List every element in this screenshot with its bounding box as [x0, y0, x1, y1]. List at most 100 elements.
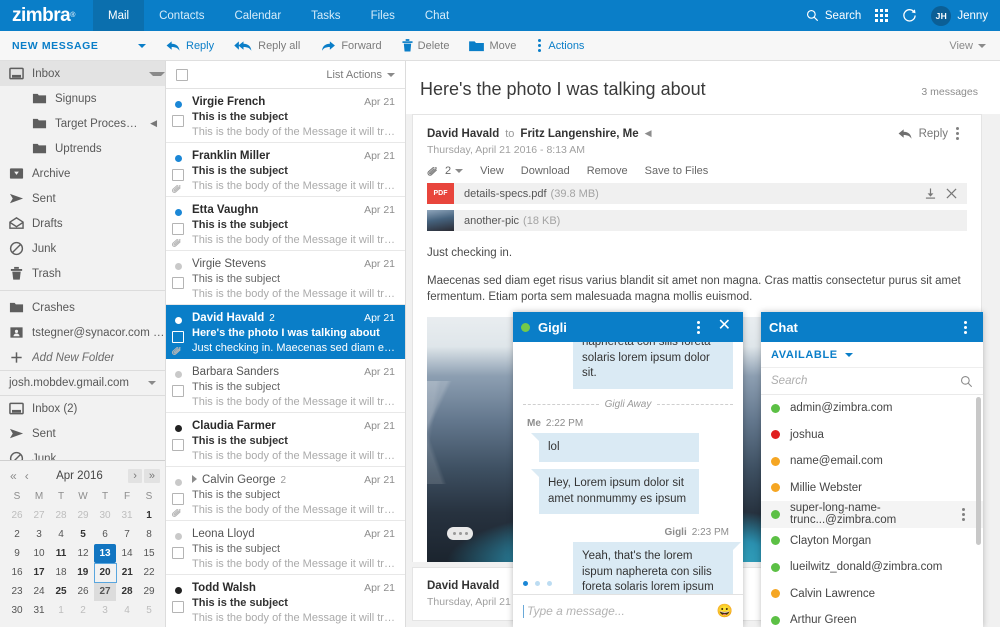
message-list-item[interactable]: Virgie Stevens Apr 21 This is the subject T…: [166, 251, 405, 305]
tab-tasks[interactable]: Tasks: [296, 0, 355, 31]
reply-all-button[interactable]: Reply all: [234, 40, 300, 52]
sidebar-item-crashes[interactable]: Crashes: [0, 295, 165, 320]
calendar-day-cell[interactable]: 30: [94, 506, 116, 525]
forward-button[interactable]: Forward: [320, 40, 382, 52]
calendar-day-cell[interactable]: 18: [50, 563, 72, 582]
calendar-day-cell[interactable]: 12: [72, 544, 94, 563]
calendar-prev-year-button[interactable]: «: [6, 469, 21, 483]
move-button[interactable]: Move: [469, 40, 516, 52]
chat-search-field[interactable]: Search: [761, 368, 983, 395]
calendar-day-cell[interactable]: 28: [50, 506, 72, 525]
calendar-day-cell[interactable]: 1: [138, 506, 160, 525]
calendar-day-cell[interactable]: 4: [116, 601, 138, 620]
chat-message-input[interactable]: Type a message... 😀: [513, 594, 743, 627]
attachment-download-button[interactable]: Download: [521, 165, 570, 177]
message-more-options-icon[interactable]: [948, 127, 967, 140]
search-icon[interactable]: [960, 375, 973, 388]
chat-contact-item[interactable]: super-long-name-trunc...@zimbra.com: [761, 501, 983, 528]
message-list-item[interactable]: Franklin Miller Apr 21 This is the subject…: [166, 143, 405, 197]
calendar-day-cell[interactable]: 28: [116, 582, 138, 601]
message-list-item[interactable]: Leona Lloyd Apr 21 This is the subject This…: [166, 521, 405, 575]
calendar-day-cell[interactable]: 14: [116, 544, 138, 563]
calendar-day-cell[interactable]: 27: [94, 582, 116, 601]
list-actions-button[interactable]: List Actions: [326, 69, 395, 81]
message-checkbox[interactable]: [172, 331, 184, 343]
calendar-day-cell[interactable]: 29: [138, 582, 160, 601]
calendar-day-cell[interactable]: 1: [50, 601, 72, 620]
calendar-day-cell[interactable]: 22: [138, 563, 160, 582]
attachment-item-image[interactable]: another-pic (18 KB): [427, 210, 967, 231]
calendar-day-cell[interactable]: 11: [50, 544, 72, 563]
gigli-close-icon[interactable]: ✕: [714, 318, 735, 336]
calendar-day-cell[interactable]: 26: [6, 506, 28, 525]
gigli-more-options-icon[interactable]: [689, 320, 708, 334]
sidebar-item-inbox[interactable]: Inbox: [0, 61, 165, 86]
calendar-day-cell[interactable]: 3: [94, 601, 116, 620]
thread-expand-icon[interactable]: [192, 475, 197, 483]
calendar-next-month-button[interactable]: ›: [128, 469, 142, 483]
calendar-day-cell[interactable]: 6: [94, 525, 116, 544]
calendar-day-cell[interactable]: 30: [6, 601, 28, 620]
calendar-day-cell[interactable]: 21: [116, 563, 138, 582]
tab-mail[interactable]: Mail: [93, 0, 145, 31]
sidebar-item-archive[interactable]: Archive: [0, 161, 165, 186]
attachment-count-toggle[interactable]: 2: [427, 165, 464, 177]
sidebar-item-target-process[interactable]: Target Process Sign-u... ◀: [0, 111, 165, 136]
tab-files[interactable]: Files: [356, 0, 410, 31]
photo-more-options-icon[interactable]: [447, 527, 473, 541]
message-checkbox[interactable]: [172, 493, 184, 505]
message-list-item[interactable]: David Havald 2 Apr 21 Here's the photo I wa…: [166, 305, 405, 359]
calendar-day-cell[interactable]: 26: [72, 582, 94, 601]
calendar-next-year-button[interactable]: »: [143, 469, 160, 483]
chat-contact-more-options-icon[interactable]: [954, 507, 973, 521]
recipients-expand-icon[interactable]: ◀: [645, 128, 652, 139]
calendar-day-cell[interactable]: 19: [72, 563, 94, 582]
message-checkbox[interactable]: [172, 277, 184, 289]
sidebar-item-junk[interactable]: Junk: [0, 236, 165, 261]
chat-contact-item[interactable]: Clayton Morgan: [761, 528, 983, 555]
message-checkbox[interactable]: [172, 169, 184, 181]
calendar-day-cell[interactable]: 5: [72, 525, 94, 544]
emoji-picker-icon[interactable]: 😀: [717, 603, 733, 619]
presence-status-selector[interactable]: AVAILABLE: [761, 342, 983, 368]
calendar-day-cell[interactable]: 25: [50, 582, 72, 601]
new-message-dropdown-icon[interactable]: [138, 43, 146, 48]
calendar-day-cell[interactable]: 23: [6, 582, 28, 601]
calendar-day-cell[interactable]: 4: [50, 525, 72, 544]
chat-contact-item[interactable]: joshua: [761, 422, 983, 449]
view-button[interactable]: View: [949, 40, 1000, 52]
sidebar-item-sent-2[interactable]: Sent: [0, 421, 165, 446]
select-all-checkbox[interactable]: [176, 68, 188, 81]
calendar-day-cell[interactable]: 2: [72, 601, 94, 620]
sidebar-item-drafts[interactable]: Drafts: [0, 211, 165, 236]
tab-contacts[interactable]: Contacts: [144, 0, 219, 31]
calendar-day-cell[interactable]: 7: [116, 525, 138, 544]
message-checkbox[interactable]: [172, 439, 184, 451]
message-list-item[interactable]: Barbara Sanders Apr 21 This is the subject…: [166, 359, 405, 413]
message-list-item[interactable]: Etta Vaughn Apr 21 This is the subject This…: [166, 197, 405, 251]
account-switcher[interactable]: josh.mobdev.gmail.com: [0, 370, 165, 396]
zimbra-logo[interactable]: zimbra ®: [0, 0, 93, 31]
message-checkbox[interactable]: [172, 223, 184, 235]
chat-roster-more-options-icon[interactable]: [956, 320, 975, 334]
calendar-day-cell[interactable]: 17: [28, 563, 50, 582]
refresh-icon[interactable]: [902, 8, 917, 23]
gigli-chat-titlebar[interactable]: Gigli ✕: [513, 312, 743, 342]
message-list-item[interactable]: Claudia Farmer Apr 21 This is the subject T…: [166, 413, 405, 467]
actions-button[interactable]: Actions: [536, 39, 584, 52]
delete-button[interactable]: Delete: [402, 39, 449, 52]
message-checkbox[interactable]: [172, 547, 184, 559]
attachment-view-button[interactable]: View: [480, 165, 504, 177]
calendar-prev-month-button[interactable]: ‹: [21, 469, 33, 483]
calendar-day-cell[interactable]: 8: [138, 525, 160, 544]
calendar-day-cell[interactable]: 5: [138, 601, 160, 620]
calendar-day-cell[interactable]: 16: [6, 563, 28, 582]
message-checkbox[interactable]: [172, 115, 184, 127]
add-new-folder-button[interactable]: Add New Folder: [0, 345, 165, 370]
message-checkbox[interactable]: [172, 385, 184, 397]
close-icon[interactable]: [946, 188, 957, 199]
calendar-day-cell[interactable]: 31: [28, 601, 50, 620]
sidebar-item-trash[interactable]: Trash: [0, 261, 165, 286]
sidebar-item-shared-folder[interactable]: tstegner@synacor.com Shar...: [0, 320, 165, 345]
calendar-day-cell[interactable]: 27: [28, 506, 50, 525]
